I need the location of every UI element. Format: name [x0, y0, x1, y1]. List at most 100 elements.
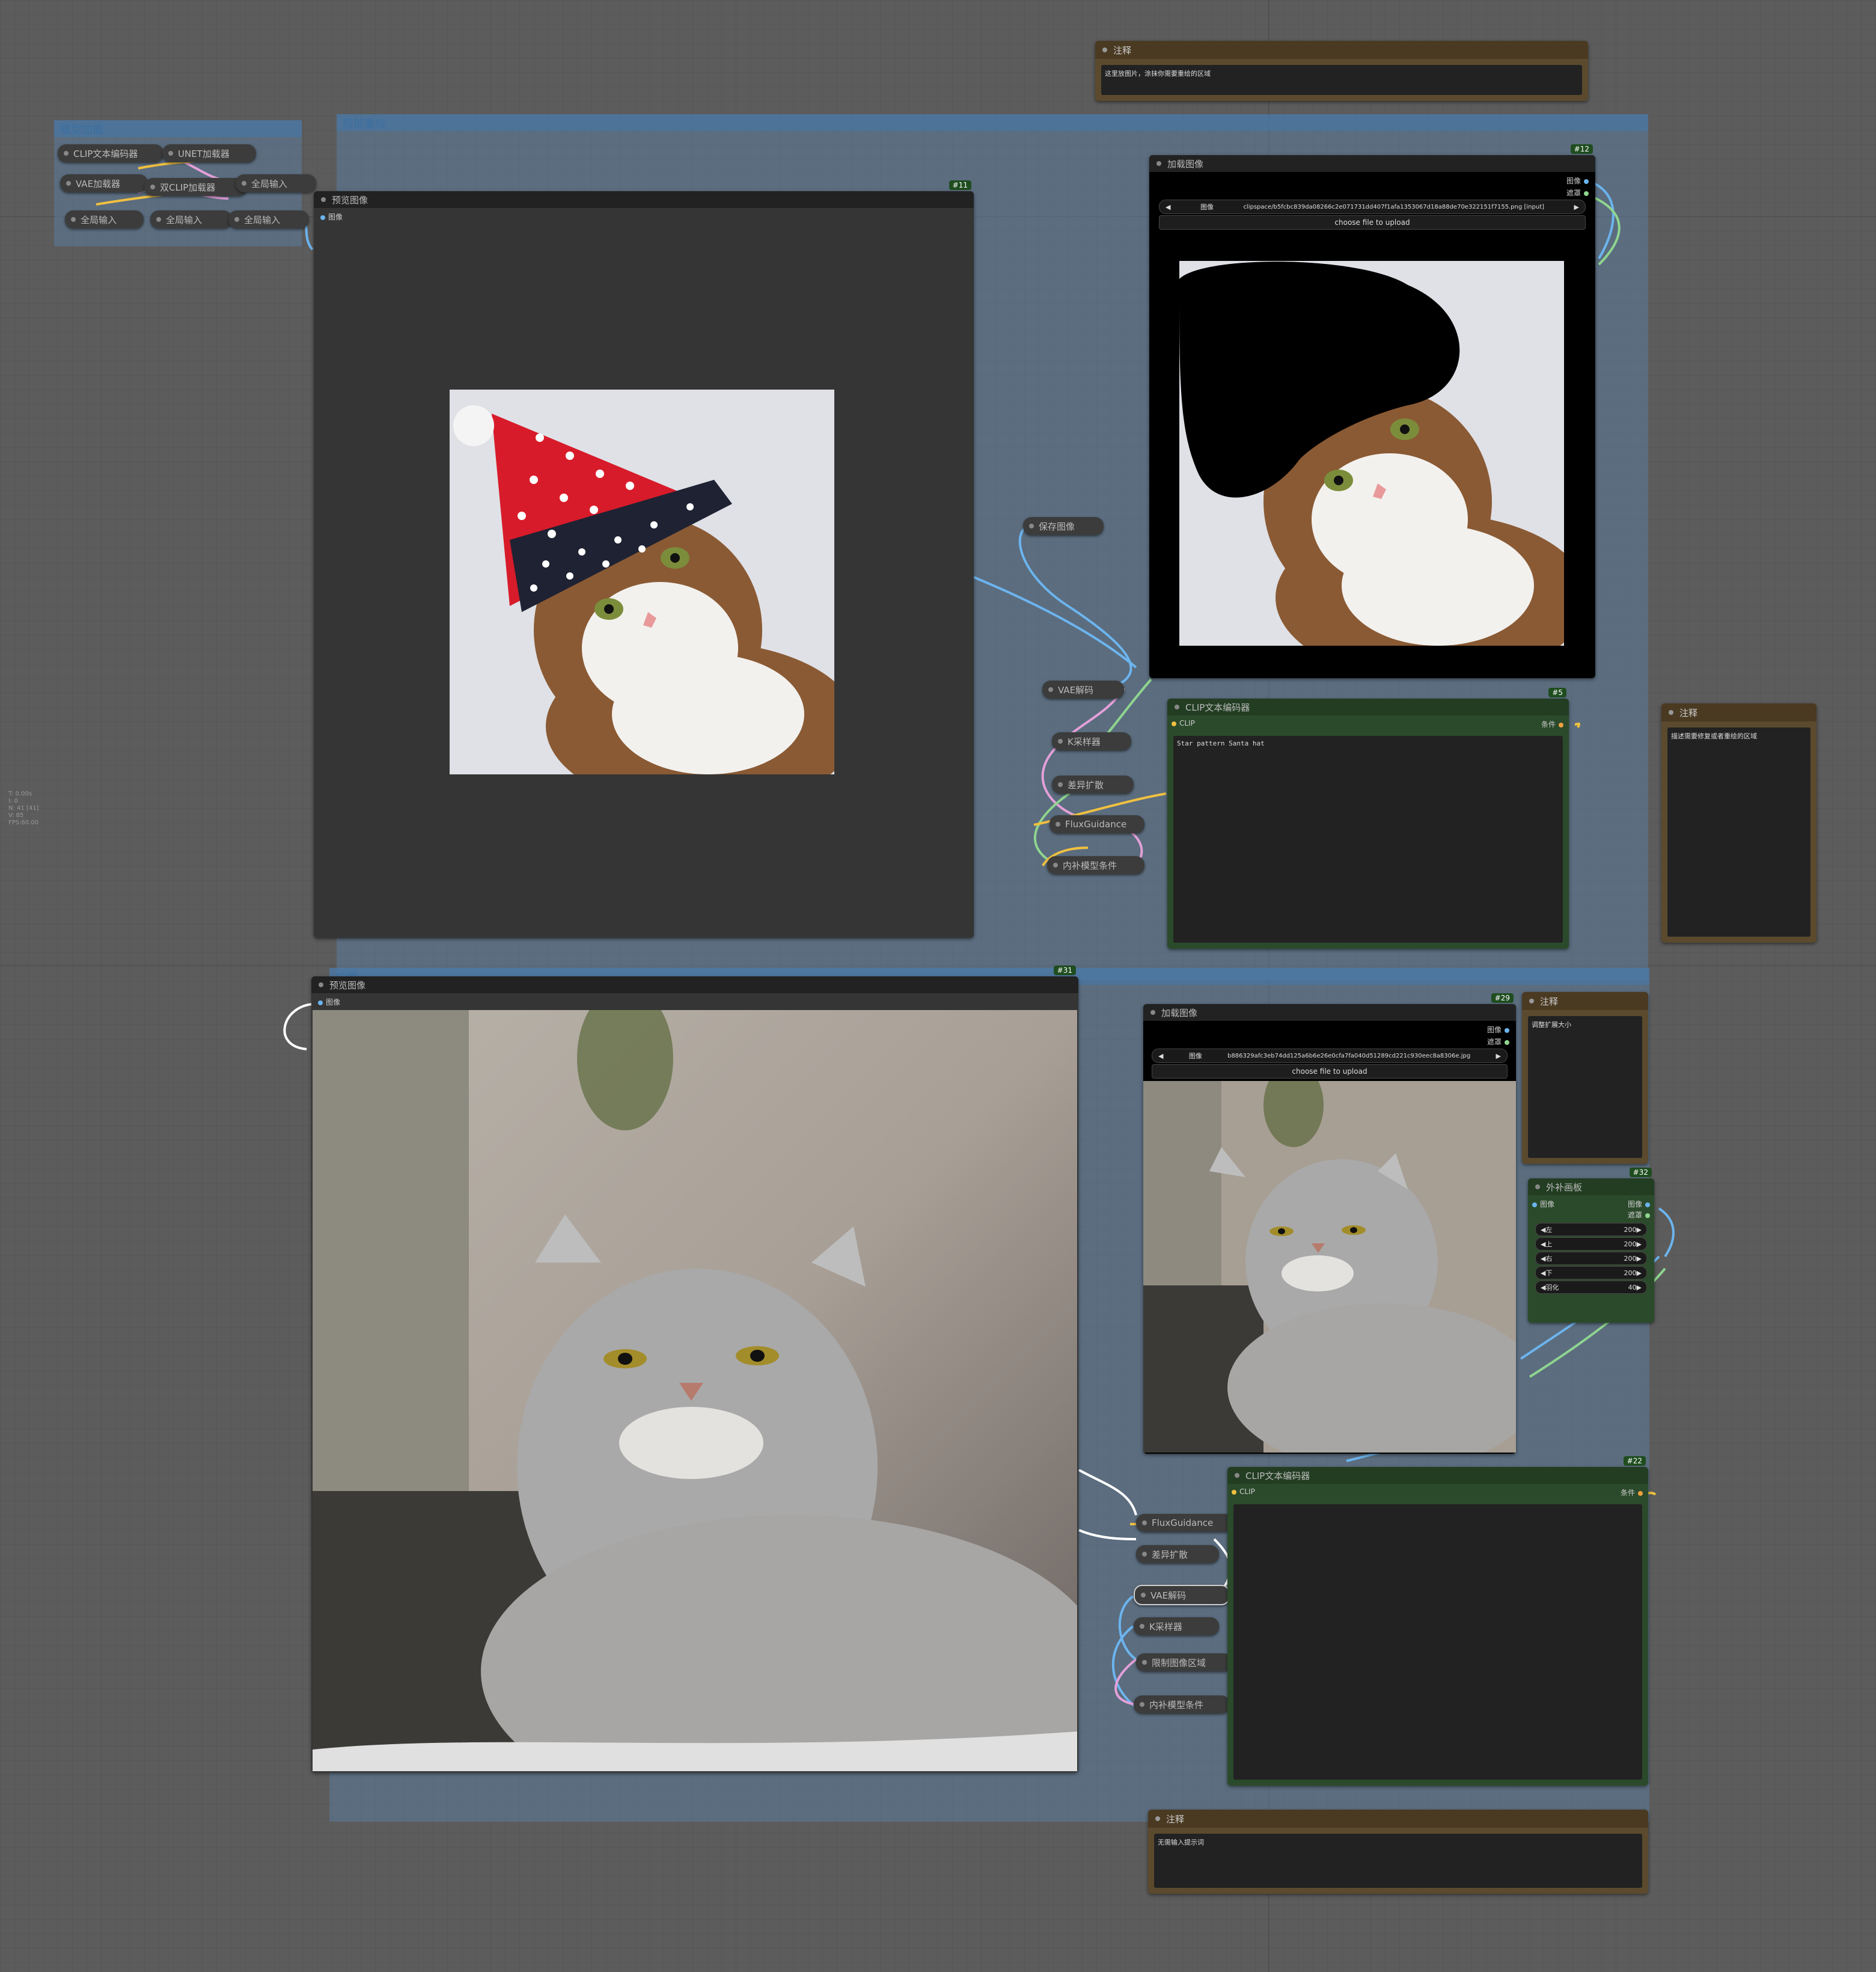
- clip-text-encoder-node-bottom[interactable]: CLIP文本编码器 #22 CLIP 条件: [1227, 1456, 1648, 1786]
- input-port-image[interactable]: 图像: [317, 212, 343, 222]
- flux-guidance-mini-node[interactable]: FluxGuidance: [1050, 815, 1144, 833]
- k-sampler-mini-node[interactable]: K采样器: [1134, 1617, 1219, 1635]
- port-label: 图像: [1627, 1200, 1642, 1208]
- node-id-badge: #11: [949, 180, 971, 190]
- chevron-left-icon[interactable]: ◀: [1541, 1269, 1545, 1277]
- chevron-right-icon[interactable]: ▶: [1637, 1269, 1642, 1277]
- differential-diffusion-mini-node[interactable]: 差异扩散: [1136, 1545, 1219, 1563]
- global-input-mini-node[interactable]: 全局输入: [228, 210, 309, 228]
- node-label: FluxGuidance: [1065, 819, 1127, 830]
- vae-loader-mini-node[interactable]: VAE加载器: [60, 174, 148, 192]
- save-image-mini-node[interactable]: 保存图像: [1023, 517, 1104, 535]
- node-title: 预览图像: [332, 194, 368, 206]
- output-port-image[interactable]: 图像: [1628, 1199, 1653, 1209]
- load-image-node-top[interactable]: 加载图像 #12 图像 遮罩 ◀ 图像 clipspace/b5fcbc839d…: [1149, 144, 1595, 678]
- chevron-left-icon[interactable]: ◀: [1541, 1284, 1545, 1291]
- vae-decode-mini-node[interactable]: VAE解码: [1042, 681, 1124, 699]
- node-header[interactable]: 加载图像: [1149, 155, 1595, 172]
- global-input-mini-node[interactable]: 全局输入: [150, 210, 232, 228]
- field-label: 右: [1545, 1255, 1553, 1263]
- pad-top-field[interactable]: ◀ 上 200 ▶: [1535, 1237, 1647, 1251]
- output-port-image[interactable]: 图像: [1487, 1024, 1512, 1035]
- widget-label: 图像: [1188, 1052, 1202, 1060]
- inpaint-model-conditioning-mini-node[interactable]: 内补模型条件: [1134, 1695, 1230, 1713]
- load-image-node-bottom[interactable]: 加载图像 #29 图像 遮罩 ◀ 图像 b886329afc3eb74dd125…: [1143, 993, 1516, 1454]
- node-label: 双CLIP加载器: [160, 182, 216, 193]
- differential-diffusion-mini-node[interactable]: 差异扩散: [1052, 776, 1134, 794]
- preview-image-cat-santa-hat: [450, 390, 834, 774]
- note-text[interactable]: 调整扩展大小: [1528, 1016, 1642, 1158]
- flux-guidance-mini-node[interactable]: FluxGuidance: [1136, 1514, 1233, 1532]
- prompt-textarea[interactable]: [1233, 1504, 1642, 1780]
- pad-left-field[interactable]: ◀ 左 200 ▶: [1535, 1223, 1647, 1236]
- output-port-conditioning[interactable]: 条件: [1621, 1487, 1646, 1498]
- clip-text-encoder-node-top[interactable]: CLIP文本编码器 #5 CLIP 条件 Star pattern Santa …: [1167, 688, 1569, 949]
- global-input-mini-node[interactable]: 全局输入: [65, 210, 144, 228]
- node-header[interactable]: CLIP文本编码器: [1167, 699, 1569, 715]
- node-header[interactable]: 外补画板: [1528, 1178, 1654, 1195]
- port-label: 图像: [326, 998, 341, 1006]
- link-wire: [1646, 1492, 1657, 1496]
- note-node-right[interactable]: 注释 描述需要修复或者重绘的区域: [1661, 703, 1816, 943]
- chevron-right-icon[interactable]: ▶: [1637, 1240, 1642, 1248]
- global-input-mini-node[interactable]: 全局输入: [236, 174, 316, 192]
- output-port-mask[interactable]: 遮罩: [1628, 1210, 1653, 1220]
- preview-image-node-top[interactable]: 预览图像 #11 图像: [314, 180, 974, 938]
- node-label: 限制图像区域: [1152, 1657, 1206, 1668]
- note-text[interactable]: 描述需要修复或者重绘的区域: [1667, 727, 1810, 937]
- pad-bottom-field[interactable]: ◀ 下 200 ▶: [1535, 1266, 1647, 1279]
- node-header[interactable]: 预览图像: [314, 191, 974, 208]
- chevron-right-icon[interactable]: ▶: [1637, 1284, 1642, 1291]
- chevron-left-icon[interactable]: ◀: [1541, 1226, 1545, 1234]
- node-label: 全局输入: [81, 214, 117, 225]
- output-port-mask[interactable]: 遮罩: [1487, 1037, 1512, 1047]
- k-sampler-mini-node[interactable]: K采样器: [1052, 732, 1131, 750]
- prompt-textarea[interactable]: Star pattern Santa hat: [1173, 736, 1563, 943]
- note-title: 注释: [1166, 1813, 1185, 1825]
- chevron-right-icon[interactable]: ▶: [1637, 1255, 1642, 1263]
- input-port-image[interactable]: 图像: [1529, 1199, 1554, 1209]
- node-header[interactable]: 预览图像: [311, 976, 1078, 993]
- chevron-right-icon[interactable]: ▶: [1574, 203, 1579, 211]
- preview-image-node-bottom[interactable]: 预览图像 #31 图像: [311, 966, 1078, 1772]
- output-port-image[interactable]: 图像: [1566, 176, 1592, 186]
- node-header[interactable]: CLIP文本编码器: [1227, 1467, 1648, 1484]
- clip-encoder-mini-node[interactable]: CLIP文本编码器: [58, 144, 163, 162]
- chevron-right-icon[interactable]: ▶: [1496, 1052, 1501, 1060]
- loaded-image-masked: [1179, 261, 1564, 646]
- crop-image-region-mini-node[interactable]: 限制图像区域: [1136, 1653, 1232, 1671]
- chevron-left-icon[interactable]: ◀: [1541, 1255, 1545, 1263]
- pad-feathering-field[interactable]: ◀ 羽化 40 ▶: [1535, 1281, 1647, 1294]
- note-text[interactable]: 无需输入提示词: [1154, 1834, 1642, 1888]
- unet-loader-mini-node[interactable]: UNET加载器: [162, 144, 256, 162]
- pad-image-for-outpaint-node[interactable]: 外补画板 #32 图像 图像 遮罩 ◀ 左 200 ▶ ◀ 上 200 ▶ ◀ 右 200 ▶ ◀…: [1528, 1168, 1654, 1323]
- output-port-mask[interactable]: 遮罩: [1566, 188, 1592, 198]
- node-label: UNET加载器: [178, 148, 230, 159]
- upload-button[interactable]: choose file to upload: [1152, 1064, 1508, 1079]
- node-label: 内补模型条件: [1149, 1699, 1204, 1710]
- chevron-left-icon[interactable]: ◀: [1166, 203, 1170, 211]
- note-node-padding[interactable]: 注释 调整扩展大小: [1522, 992, 1648, 1164]
- vae-decode-mini-node-selected[interactable]: VAE解码: [1134, 1585, 1230, 1605]
- inpaint-model-conditioning-mini-node[interactable]: 内补模型条件: [1047, 856, 1144, 874]
- upload-button[interactable]: choose file to upload: [1159, 215, 1586, 230]
- input-port-clip[interactable]: CLIP: [1169, 719, 1195, 727]
- chevron-right-icon[interactable]: ▶: [1637, 1226, 1642, 1234]
- note-node-top[interactable]: 注释 这里放图片，涂抹你需要重绘的区域: [1095, 41, 1588, 101]
- node-header[interactable]: 加载图像: [1143, 1004, 1516, 1021]
- node-label: 差异扩散: [1152, 1549, 1188, 1560]
- image-filename-select[interactable]: ◀ 图像 b886329afc3eb74dd125a6b6e26e0cfa7fa…: [1152, 1049, 1508, 1063]
- node-label: VAE解码: [1150, 1590, 1187, 1601]
- chevron-left-icon[interactable]: ◀: [1158, 1052, 1163, 1060]
- note-node-bottom[interactable]: 注释 无需输入提示词: [1148, 1810, 1648, 1894]
- note-title: 注释: [1113, 44, 1132, 56]
- chevron-left-icon[interactable]: ◀: [1541, 1240, 1545, 1248]
- note-text[interactable]: 这里放图片，涂抹你需要重绘的区域: [1101, 65, 1582, 95]
- output-port-conditioning[interactable]: 条件: [1541, 719, 1566, 729]
- image-filename-select[interactable]: ◀ 图像 clipspace/b5fcbc839da08266c2e071731…: [1159, 200, 1586, 214]
- input-port-image[interactable]: 图像: [315, 997, 340, 1007]
- dual-clip-loader-mini-node[interactable]: 双CLIP加载器: [144, 178, 247, 196]
- node-title: 外补画板: [1546, 1181, 1583, 1193]
- pad-right-field[interactable]: ◀ 右 200 ▶: [1535, 1252, 1647, 1265]
- input-port-clip[interactable]: CLIP: [1229, 1487, 1255, 1496]
